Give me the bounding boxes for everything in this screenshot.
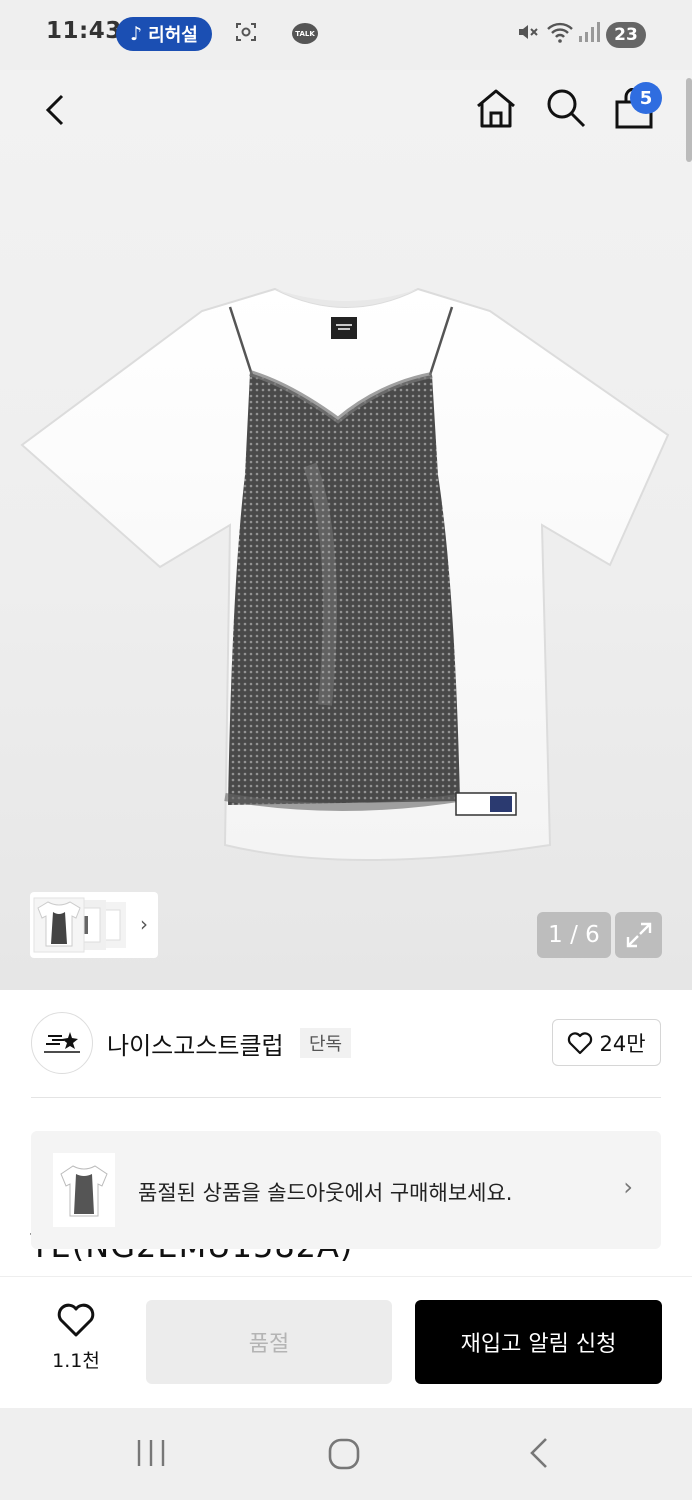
brand-like-button[interactable]: 24만	[552, 1019, 661, 1066]
signal-icon	[578, 20, 600, 49]
page-counter-text: 1 / 6	[548, 922, 600, 948]
chevron-right-icon: ›	[623, 1173, 633, 1201]
thumbnail-strip[interactable]: ›	[30, 892, 158, 958]
system-nav-bar	[0, 1408, 692, 1500]
back-icon[interactable]	[40, 90, 70, 134]
soldout-button: 품절	[146, 1300, 392, 1384]
talk-label: TALK	[295, 29, 315, 38]
music-note-icon: ♪	[130, 23, 143, 45]
restock-alert-button[interactable]: 재입고 알림 신청	[415, 1300, 662, 1384]
status-time: 11:43	[46, 18, 122, 44]
soldout-banner[interactable]: 품절된 상품을 솔드아웃에서 구매해보세요. ›	[31, 1131, 661, 1249]
brand-logo[interactable]	[31, 1012, 93, 1074]
wifi-icon	[546, 20, 574, 49]
page-counter: 1 / 6	[537, 912, 611, 958]
brand-name[interactable]: 나이스고스트클럽	[107, 1026, 284, 1061]
music-label: 리허설	[148, 25, 198, 46]
thumbnail-images	[33, 897, 126, 953]
wishlist-button[interactable]: 1.1천	[44, 1302, 108, 1382]
soldout-banner-text: 품절된 상품을 솔드아웃에서 구매해보세요.	[138, 1181, 513, 1205]
soldout-thumbnail	[53, 1153, 115, 1227]
expand-button[interactable]	[615, 912, 662, 958]
divider	[31, 1097, 661, 1098]
exclusive-badge: 단독	[300, 1028, 352, 1058]
product-gallery[interactable]: 5 › 1 / 6	[0, 70, 692, 990]
kakaotalk-icon: TALK	[292, 23, 318, 44]
brand-logo-icon	[44, 1032, 80, 1053]
product-image[interactable]	[20, 285, 672, 935]
mute-icon	[516, 20, 540, 49]
status-bar: 11:43 ♪ 리허설 TALK 23	[0, 0, 692, 70]
screenshot-icon	[234, 20, 258, 49]
cart-count-badge: 5	[630, 82, 662, 114]
music-pill[interactable]: ♪ 리허설	[116, 17, 212, 51]
home-nav-icon[interactable]	[326, 1436, 362, 1476]
heart-icon	[57, 1303, 95, 1337]
heart-icon	[568, 1031, 593, 1054]
battery-level: 23	[614, 25, 638, 45]
chevron-right-icon: ›	[140, 912, 148, 936]
search-icon[interactable]	[544, 86, 588, 134]
battery-icon: 23	[606, 22, 646, 48]
home-icon[interactable]	[474, 86, 518, 134]
brand-like-count: 24만	[599, 1031, 646, 1056]
back-nav-icon[interactable]	[524, 1436, 554, 1474]
recent-apps-icon[interactable]	[134, 1436, 168, 1474]
cart-count: 5	[639, 87, 653, 109]
wishlist-count: 1.1천	[52, 1350, 100, 1372]
scrollbar[interactable]	[686, 78, 692, 162]
expand-icon	[626, 922, 651, 948]
